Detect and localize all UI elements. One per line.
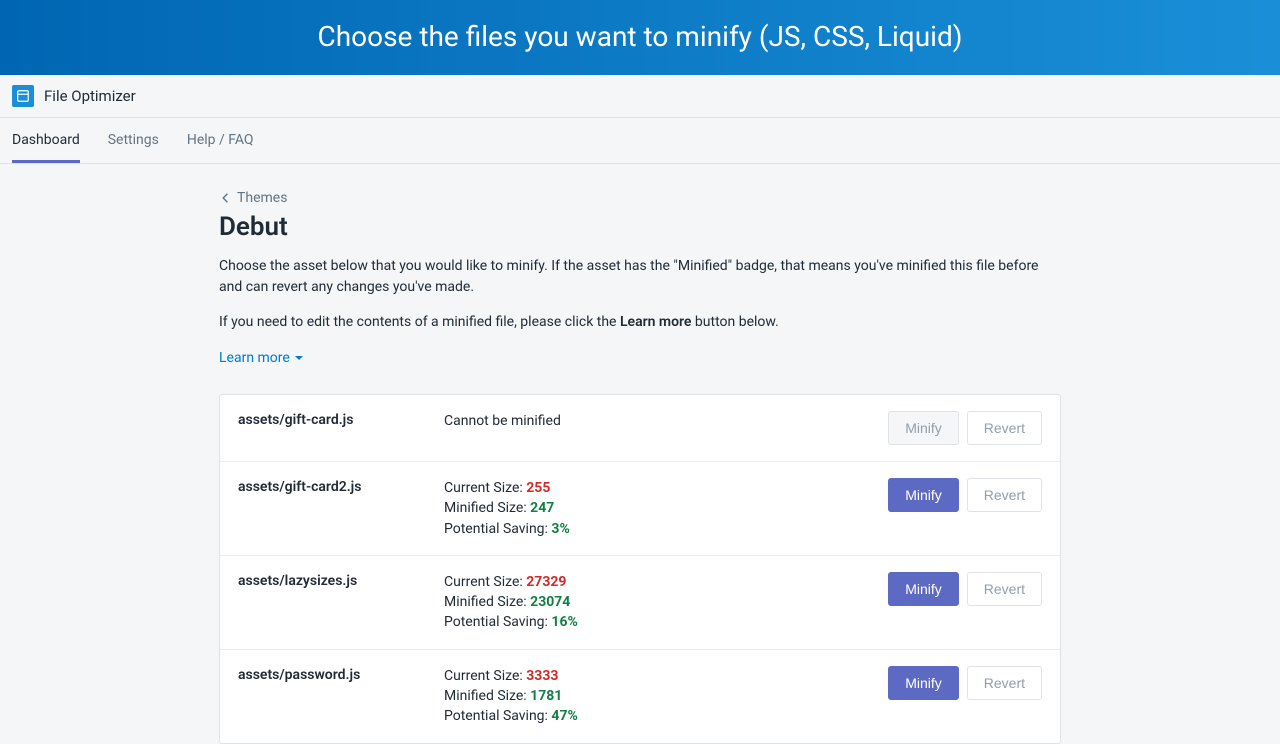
tab-help-faq[interactable]: Help / FAQ — [187, 118, 254, 163]
caret-down-icon — [294, 353, 304, 363]
table-row: assets/gift-card.js Cannot be minified M… — [220, 395, 1060, 462]
asset-status: Cannot be minified — [444, 411, 888, 431]
description-1: Choose the asset below that you would li… — [219, 256, 1061, 298]
nav-tabs: Dashboard Settings Help / FAQ — [0, 118, 1280, 164]
page-title: Debut — [219, 212, 1061, 242]
chevron-left-icon — [219, 191, 233, 205]
back-label: Themes — [237, 190, 287, 206]
tab-dashboard[interactable]: Dashboard — [12, 118, 80, 163]
learn-more-toggle[interactable]: Learn more — [219, 350, 304, 366]
tab-settings[interactable]: Settings — [108, 118, 159, 163]
app-name: File Optimizer — [44, 87, 136, 105]
revert-button: Revert — [967, 666, 1042, 700]
table-row: assets/gift-card2.js Current Size: 255 M… — [220, 462, 1060, 556]
minify-button[interactable]: Minify — [888, 666, 959, 700]
minify-button[interactable]: Minify — [888, 478, 959, 512]
minify-button: Minify — [888, 411, 959, 445]
description-2: If you need to edit the contents of a mi… — [219, 312, 1061, 333]
asset-info: Current Size: 3333 Minified Size: 1781 P… — [444, 666, 888, 727]
revert-button: Revert — [967, 411, 1042, 445]
asset-path: assets/lazysizes.js — [238, 572, 444, 589]
table-row: assets/lazysizes.js Current Size: 27329 … — [220, 556, 1060, 650]
asset-table: assets/gift-card.js Cannot be minified M… — [219, 394, 1061, 744]
revert-button: Revert — [967, 478, 1042, 512]
asset-path: assets/gift-card2.js — [238, 478, 444, 495]
hero-banner: Choose the files you want to minify (JS,… — [0, 0, 1280, 75]
asset-info: Current Size: 27329 Minified Size: 23074… — [444, 572, 888, 633]
main-content: Themes Debut Choose the asset below that… — [219, 164, 1061, 744]
table-row: assets/password.js Current Size: 3333 Mi… — [220, 650, 1060, 743]
app-logo-icon — [12, 85, 34, 107]
revert-button: Revert — [967, 572, 1042, 606]
asset-path: assets/gift-card.js — [238, 411, 444, 428]
topbar: File Optimizer — [0, 75, 1280, 118]
minify-button[interactable]: Minify — [888, 572, 959, 606]
back-to-themes[interactable]: Themes — [219, 190, 1061, 206]
asset-info: Current Size: 255 Minified Size: 247 Pot… — [444, 478, 888, 539]
asset-path: assets/password.js — [238, 666, 444, 683]
